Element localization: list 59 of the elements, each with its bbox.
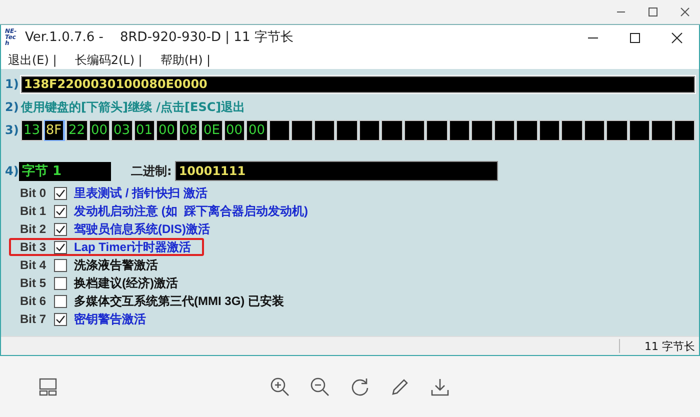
menu-item[interactable]: 帮助(H) |	[160, 50, 211, 68]
code-field[interactable]: 138F2200030100080E0000	[21, 76, 695, 92]
maximize-icon[interactable]	[629, 32, 641, 44]
hex-cell[interactable]: 00	[246, 120, 268, 140]
instruction-text: 使用键盘的[下箭头]继续 /点击[ESC]退出	[21, 99, 246, 116]
maximize-icon[interactable]	[648, 7, 658, 17]
checkbox[interactable]	[54, 204, 67, 218]
bit-label: Bit 4	[20, 257, 48, 274]
bit-description: 多媒体交互系统第三代(MMI 3G) 已安装	[74, 293, 284, 310]
checkbox[interactable]	[54, 312, 67, 326]
binary-label: 二进制:	[131, 163, 172, 180]
row-label: 1)	[5, 76, 18, 93]
checkbox[interactable]	[54, 258, 67, 272]
bit-label: Bit 7	[20, 311, 48, 328]
checkbox[interactable]	[54, 240, 67, 254]
checkbox[interactable]	[54, 186, 67, 200]
row-label: 2)	[5, 99, 18, 116]
hex-cell[interactable]: 00	[156, 120, 178, 140]
hex-cell[interactable]: 03	[111, 120, 132, 140]
hex-cell[interactable]: 00	[88, 120, 110, 140]
rotate-icon[interactable]	[350, 376, 370, 396]
layout-icon[interactable]	[38, 378, 58, 396]
checkbox[interactable]	[54, 276, 67, 290]
bit-description: 里表测试 / 指针快扫 激活	[74, 185, 208, 202]
bit-label: Bit 6	[20, 293, 48, 310]
status-text: 11 字节长	[644, 339, 695, 353]
window-title: Ver.1.0.7.6 - 8RD-920-930-D | 11 字节长	[25, 28, 294, 47]
hex-cell[interactable]: 01	[134, 120, 155, 140]
hex-cell[interactable]: 00	[224, 120, 245, 140]
bit-description: Lap Timer计时器激活	[74, 239, 192, 256]
zoom-in-icon[interactable]	[270, 376, 290, 396]
hex-cell[interactable]: 22	[66, 120, 88, 140]
bit-label: Bit 5	[20, 275, 48, 292]
hex-cell[interactable]: 8F	[44, 120, 65, 140]
bit-description: 密钥警告激活	[74, 311, 146, 328]
bit-description: 换档建议(经济)激活	[74, 275, 178, 292]
menu-item[interactable]: 退出(E) |	[8, 50, 57, 68]
close-icon[interactable]	[671, 32, 683, 44]
checkbox[interactable]	[54, 222, 67, 236]
hex-cell[interactable]: 08	[178, 120, 200, 140]
binary-field: 10001111	[174, 161, 498, 181]
byte-field: 字节 1	[19, 162, 111, 180]
close-icon[interactable]	[680, 7, 690, 17]
bit-description: 驾驶员信息系统(DIS)激活	[74, 221, 210, 238]
row-label: 4)	[5, 163, 19, 180]
bit-label: Bit 3	[20, 239, 48, 256]
zoom-out-icon[interactable]	[310, 376, 330, 396]
bit-description: 发动机启动注意 (如 踩下离合器启动发动机)	[74, 203, 308, 220]
pencil-icon[interactable]	[390, 376, 410, 396]
bit-description: 洗涤液告警激活	[74, 257, 158, 274]
hex-cell[interactable]: 0E	[201, 120, 222, 140]
bit-label: Bit 0	[20, 185, 48, 202]
download-icon[interactable]	[430, 376, 450, 396]
bit-label: Bit 1	[20, 203, 48, 220]
row-label: 3)	[5, 122, 18, 139]
bit-label: Bit 2	[20, 221, 48, 238]
menu-item[interactable]: 长编码2(L) |	[74, 50, 142, 68]
checkbox[interactable]	[54, 294, 67, 308]
hex-cell[interactable]: 13	[21, 120, 42, 140]
